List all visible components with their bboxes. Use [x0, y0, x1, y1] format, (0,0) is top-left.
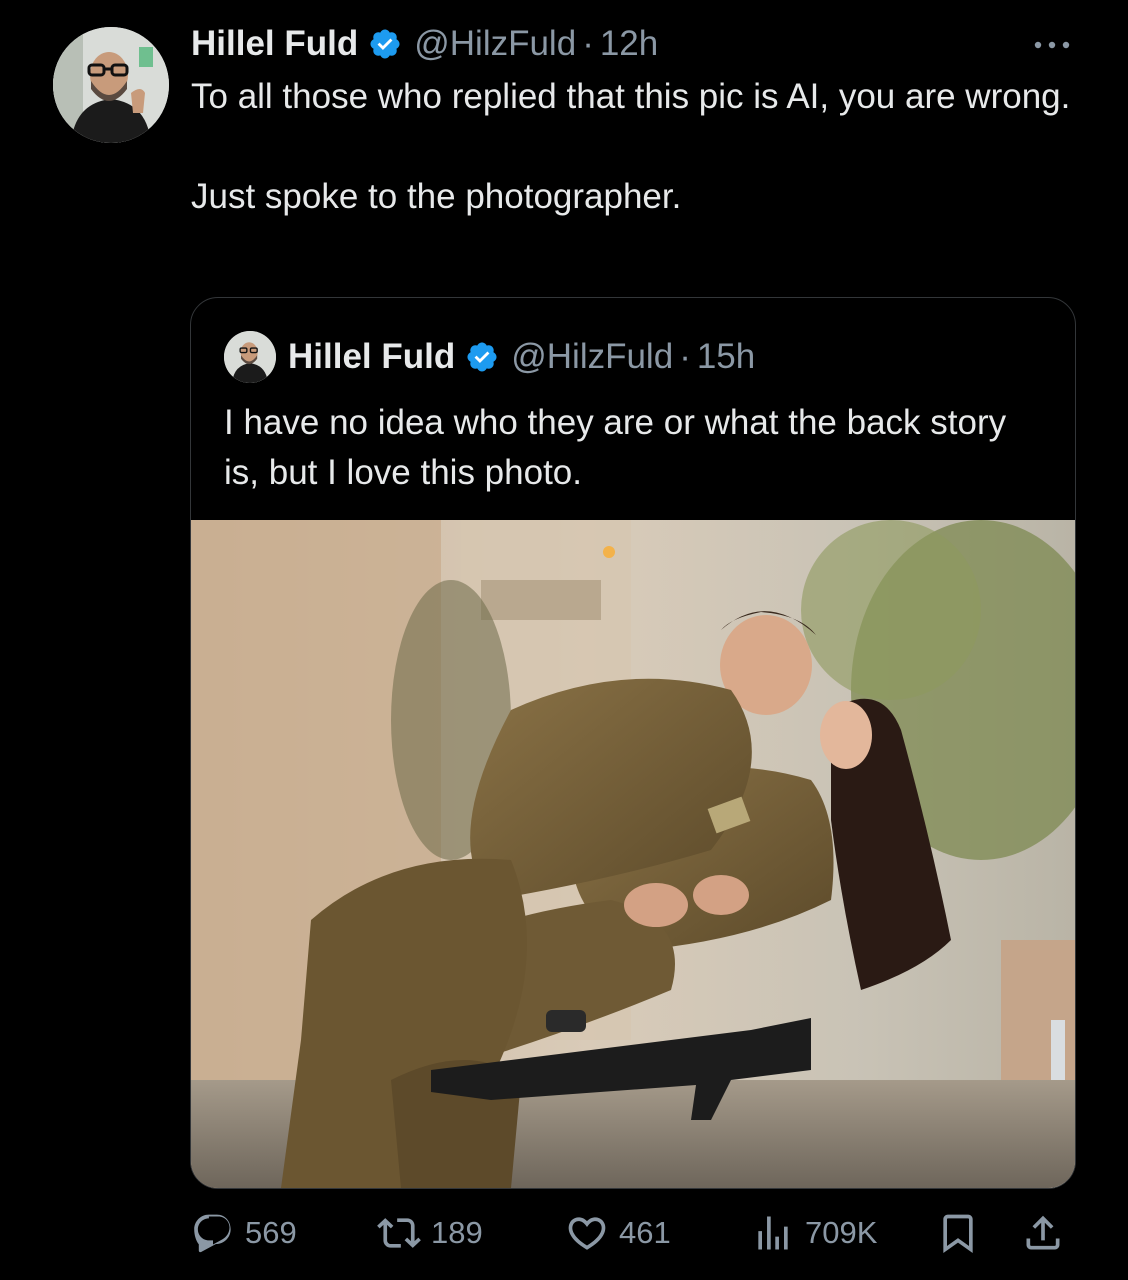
- separator-dot: ·: [582, 24, 594, 63]
- retweet-count: 189: [431, 1215, 483, 1250]
- share-icon: [1026, 1215, 1060, 1250]
- tweet-paragraph: To all those who replied that this pic i…: [191, 77, 1071, 116]
- bookmark-icon: [943, 1214, 973, 1254]
- reply-icon: [194, 1214, 231, 1253]
- like-button[interactable]: 461: [565, 1208, 671, 1258]
- quoted-tweet-text: I have no idea who they are or what the …: [224, 403, 1007, 492]
- quoted-author-handle: @HilzFuld: [511, 337, 674, 376]
- retweet-button[interactable]: 189: [377, 1208, 483, 1258]
- author-name[interactable]: Hillel Fuld: [191, 24, 358, 64]
- quoted-tweet-timestamp: 15h: [696, 337, 756, 376]
- verified-badge-icon: [467, 342, 497, 372]
- more-dots-icon[interactable]: [1032, 30, 1072, 51]
- heart-icon: [568, 1217, 606, 1250]
- tweet-timestamp[interactable]: 12h: [600, 24, 658, 64]
- views-count: 709K: [805, 1215, 878, 1250]
- tweet-text: To all those who replied that this pic i…: [191, 72, 1091, 222]
- reply-count: 569: [245, 1215, 297, 1250]
- views-chart-icon: [758, 1216, 788, 1250]
- bookmark-button[interactable]: [936, 1208, 990, 1258]
- quoted-tweet-photo[interactable]: [191, 520, 1075, 1188]
- quoted-tweet-card[interactable]: Hillel Fuld @HilzFuld · 15h I have no id…: [190, 297, 1076, 1189]
- tweet-header: Hillel Fuld @HilzFuld · 12h: [191, 22, 658, 66]
- tweet-paragraph: Just spoke to the photographer.: [191, 177, 682, 216]
- share-button[interactable]: [1021, 1208, 1075, 1258]
- tweet-action-bar: 569 189 461 709K: [191, 1208, 1071, 1258]
- quoted-author-name: Hillel Fuld: [288, 337, 456, 376]
- like-count: 461: [619, 1215, 671, 1250]
- author-handle[interactable]: @HilzFuld: [414, 24, 576, 64]
- author-avatar[interactable]: [53, 27, 169, 143]
- verified-badge-icon: [370, 29, 400, 59]
- views-button[interactable]: 709K: [751, 1208, 877, 1258]
- retweet-icon: [377, 1218, 421, 1248]
- quoted-author-avatar: [224, 331, 276, 383]
- separator-dot: ·: [679, 337, 691, 376]
- quoted-tweet-header: Hillel Fuld @HilzFuld · 15h: [224, 329, 755, 385]
- reply-button[interactable]: 569: [191, 1208, 297, 1258]
